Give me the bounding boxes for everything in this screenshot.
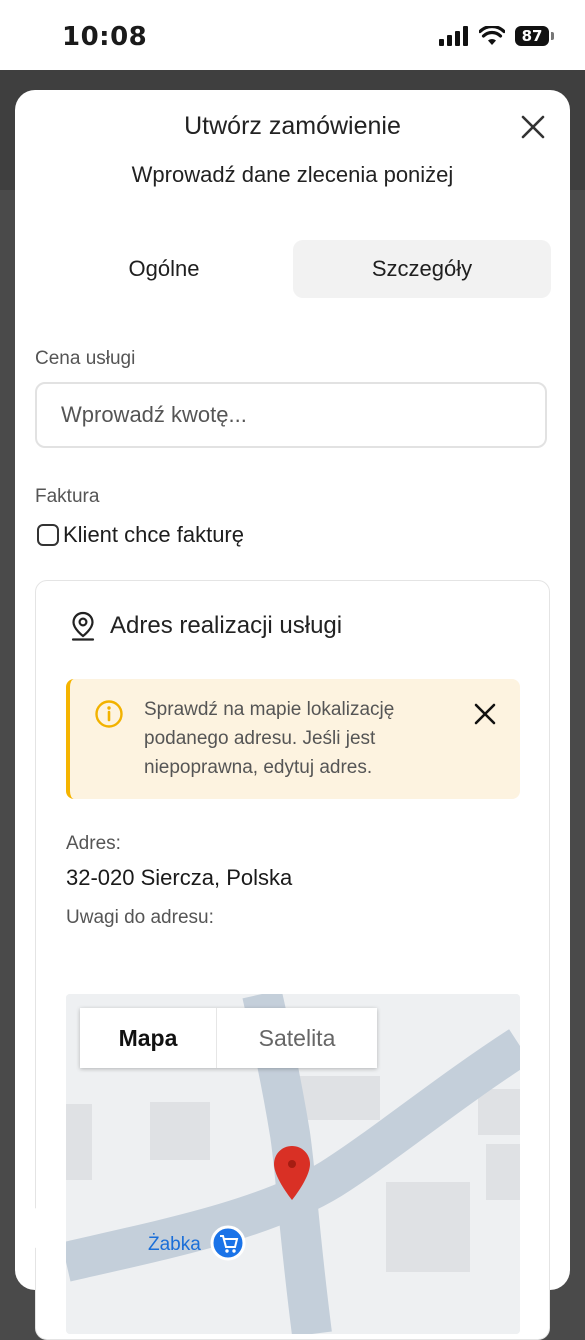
price-label: Cena usługi (35, 348, 136, 369)
address-notes-label: Uwagi do adresu: (66, 907, 214, 928)
dialog-subtitle: Wprowadź dane zlecenia poniżej (131, 162, 454, 187)
invoice-label: Faktura (35, 486, 100, 507)
address-label: Adres: (66, 833, 121, 854)
status-icons: 87 (439, 26, 554, 46)
status-time: 10:08 (62, 22, 148, 52)
info-icon (95, 700, 123, 728)
location-pin-icon (71, 611, 95, 641)
alert-message: Sprawdź na mapie lokalizację podanego ad… (144, 699, 395, 778)
map-view-toggle: Mapa Satelita (80, 1008, 377, 1068)
poi-label[interactable]: Żabka (148, 1234, 201, 1256)
alert-close-icon[interactable] (472, 701, 498, 727)
map-view-option-satellite[interactable]: Satelita (216, 1008, 377, 1068)
address-warning-alert: Sprawdź na mapie lokalizację podanego ad… (66, 679, 520, 799)
create-order-dialog: Utwórz zamówienie Wprowadź dane zlecenia… (15, 90, 570, 1340)
signal-icon (439, 26, 468, 46)
status-bar: 10:08 87 (0, 0, 585, 70)
wifi-icon (479, 26, 505, 45)
floating-button[interactable] (16, 1208, 50, 1248)
invoice-checkbox-label[interactable]: Klient chce fakturę (63, 522, 244, 548)
invoice-checkbox-row[interactable]: Klient chce fakturę (37, 522, 244, 548)
address-value: 32-020 Siercza, Polska (66, 865, 293, 890)
address-section-title: Adres realizacji usługi (110, 612, 343, 639)
map-view-option-map[interactable]: Mapa (80, 1008, 216, 1068)
address-card: Adres realizacji usługi Sprawdź na mapie… (35, 580, 550, 1340)
tab-details[interactable]: Szczegóły (293, 240, 551, 298)
dialog-title: Utwórz zamówienie (184, 112, 401, 140)
invoice-checkbox[interactable] (37, 524, 59, 546)
close-button[interactable] (518, 112, 548, 142)
battery-indicator: 87 (515, 26, 554, 46)
price-input[interactable] (35, 382, 547, 448)
tab-general[interactable]: Ogólne (35, 240, 293, 298)
address-header: Adres realizacji usługi (70, 611, 342, 641)
location-map[interactable]: Mapa Satelita Żabka (66, 994, 520, 1334)
close-icon (521, 115, 545, 139)
